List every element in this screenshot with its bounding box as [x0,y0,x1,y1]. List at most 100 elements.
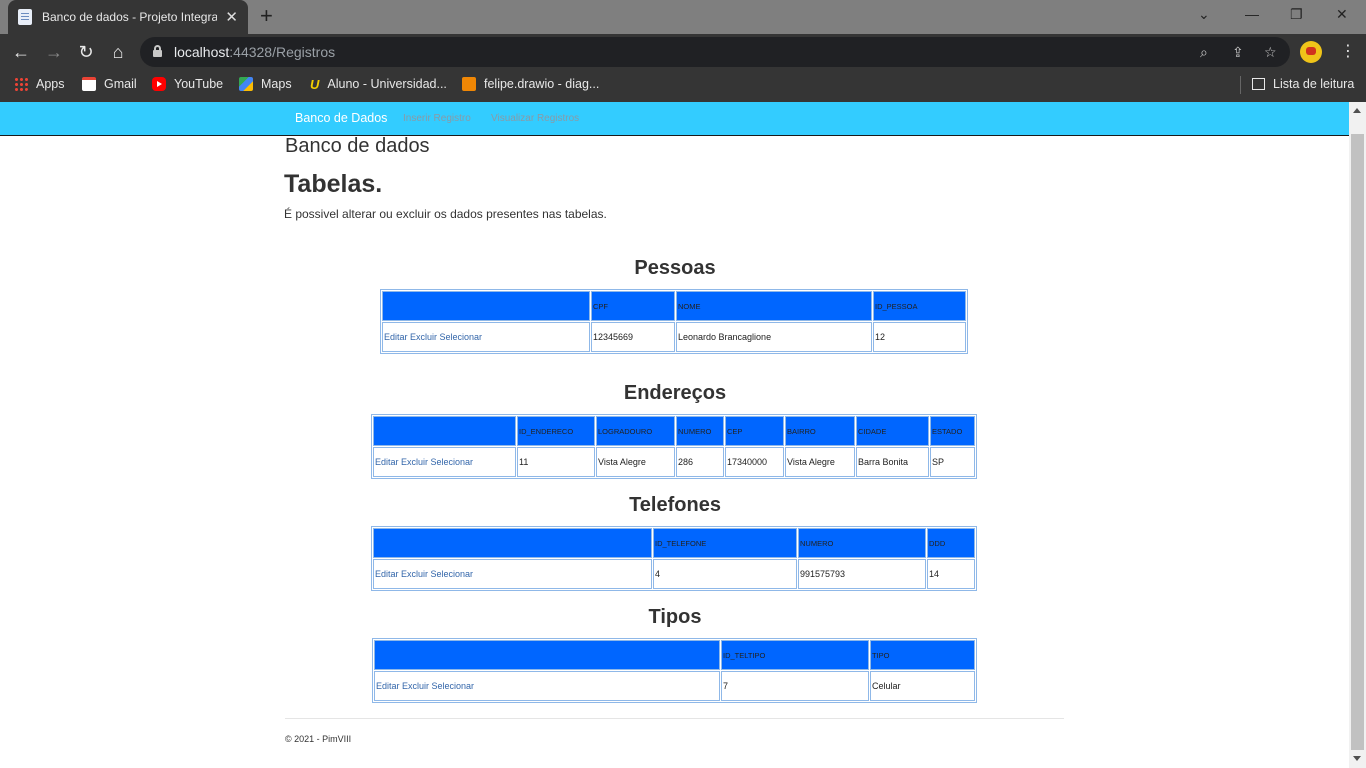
table-row: Editar Excluir Selecionar 11 Vista Alegr… [373,447,975,477]
table-tipos: ID_TELTIPO TIPO Editar Excluir Seleciona… [372,638,977,703]
bookmark-apps[interactable]: Apps [14,70,65,98]
new-tab-icon[interactable]: + [260,5,273,27]
nav-link-visualizar[interactable]: Visualizar Registros [491,113,579,124]
table-telefones: ID_TELEFONE NUMERO DDD Editar Excluir Se… [371,526,977,591]
section-title-telefones: Telefones [629,494,721,516]
table-cell: 4 [653,559,797,589]
scroll-down-icon[interactable] [1353,756,1361,761]
table-cell: 991575793 [798,559,926,589]
tab-close-icon[interactable]: ✕ [225,8,238,26]
row-actions: Editar Excluir Selecionar [374,671,720,701]
zoom-icon[interactable]: ⌕ [1200,37,1208,67]
table-cell: 286 [676,447,724,477]
page-scrollbar[interactable] [1349,102,1366,768]
bookmark-drawio[interactable]: felipe.drawio - diag... [462,70,599,98]
table-enderecos: ID_ENDERECO LOGRADOURO NUMERO CEP BAIRRO… [371,414,977,479]
table-row: Editar Excluir Selecionar 4 991575793 14 [373,559,975,589]
table-cell: Celular [870,671,975,701]
table-row: Editar Excluir Selecionar 12345669 Leona… [382,322,966,352]
drawio-icon [462,77,476,91]
window-close-icon[interactable]: ✕ [1336,6,1348,23]
table-header-cell: LOGRADOURO [596,416,675,446]
reading-list[interactable]: Lista de leitura [1252,70,1354,98]
bookmark-label: Apps [36,77,65,91]
reading-list-icon [1252,78,1265,90]
table-header-cell: TIPO [870,640,975,670]
browser-menu-icon[interactable]: ⋮ [1340,41,1356,61]
table-cell: Vista Alegre [785,447,855,477]
table-row: Editar Excluir Selecionar 7 Celular [374,671,975,701]
table-header-row: CPF NOME ID_PESSOA [382,291,966,321]
table-header-cell [373,416,516,446]
row-actions: Editar Excluir Selecionar [373,447,516,477]
forward-icon[interactable]: → [43,41,65,63]
table-header-cell [373,528,652,558]
home-icon[interactable]: ⌂ [107,41,129,63]
youtube-icon [152,77,166,91]
browser-tab[interactable]: Banco de dados - Projeto Integra ✕ [8,0,248,34]
restore-icon[interactable]: ❐ [1290,6,1303,23]
navbar-brand[interactable]: Banco de Dados [295,111,387,125]
browser-tab-bar: Banco de dados - Projeto Integra ✕ + ⌄ —… [0,0,1366,34]
page-title: Tabelas. [284,170,383,198]
gmail-icon [82,77,96,91]
table-header-cell [382,291,590,321]
row-action-links[interactable]: Editar Excluir Selecionar [375,457,473,467]
back-icon[interactable]: ← [10,41,32,63]
minimize-icon[interactable]: — [1245,6,1259,22]
table-cell: 17340000 [725,447,784,477]
table-header-cell: BAIRRO [785,416,855,446]
section-title-tipos: Tipos [648,606,702,628]
url-host: localhost [174,44,230,60]
university-icon: U [310,77,320,92]
page-content: Banco de Dados Inserir Registro Visualiz… [0,102,1366,768]
footer-divider [285,718,1064,719]
table-header-row: ID_TELEFONE NUMERO DDD [373,528,975,558]
row-actions: Editar Excluir Selecionar [382,322,590,352]
table-header-cell: CPF [591,291,675,321]
reload-icon[interactable]: ↻ [75,41,97,63]
table-cell: Barra Bonita [856,447,929,477]
table-header-cell: ID_TELTIPO [721,640,869,670]
section-title-enderecos: Endereços [623,382,727,404]
bookmark-label: YouTube [174,77,224,91]
table-header-cell: ID_PESSOA [873,291,966,321]
bookmark-maps[interactable]: Maps [239,70,292,98]
url-path: :44328/Registros [229,44,336,60]
lock-icon [153,45,162,57]
table-header-cell: DDD [927,528,975,558]
row-action-links[interactable]: Editar Excluir Selecionar [375,569,473,579]
scroll-up-icon[interactable] [1353,108,1361,113]
table-header-cell: NUMERO [798,528,926,558]
bookmark-label: Gmail [104,77,137,91]
apps-grid-icon [14,77,28,91]
share-icon[interactable]: ⇪ [1232,37,1244,67]
row-action-links[interactable]: Editar Excluir Selecionar [384,332,482,342]
footer-text: © 2021 - PimVIII [285,734,352,744]
table-header-cell: CIDADE [856,416,929,446]
table-cell: Leonardo Brancaglione [676,322,872,352]
nav-link-inserir[interactable]: Inserir Registro [403,113,471,124]
table-header-cell: ID_TELEFONE [653,528,797,558]
bookmark-star-icon[interactable]: ☆ [1264,37,1277,67]
table-header-row: ID_TELTIPO TIPO [374,640,975,670]
table-cell: 7 [721,671,869,701]
table-cell: SP [930,447,975,477]
table-header-cell: NUMERO [676,416,724,446]
page-subtitle: Banco de dados [285,135,430,157]
bookmark-label: Aluno - Universidad... [327,77,447,91]
bookmark-gmail[interactable]: Gmail [82,70,137,98]
scrollbar-thumb[interactable] [1351,134,1364,750]
bookmark-aluno[interactable]: U Aluno - Universidad... [310,70,447,98]
profile-avatar[interactable] [1300,41,1322,63]
bookmark-youtube[interactable]: YouTube [152,70,223,98]
table-cell: 11 [517,447,595,477]
address-bar[interactable]: localhost:44328/Registros ⌕ ⇪ ☆ [140,37,1290,67]
bookmark-label: Maps [261,77,292,91]
tab-search-icon[interactable]: ⌄ [1198,6,1210,23]
site-navbar: Banco de Dados Inserir Registro Visualiz… [0,102,1349,136]
row-action-links[interactable]: Editar Excluir Selecionar [376,681,474,691]
reading-list-label: Lista de leitura [1273,77,1355,91]
bookmark-label: felipe.drawio - diag... [484,77,600,91]
table-header-cell [374,640,720,670]
